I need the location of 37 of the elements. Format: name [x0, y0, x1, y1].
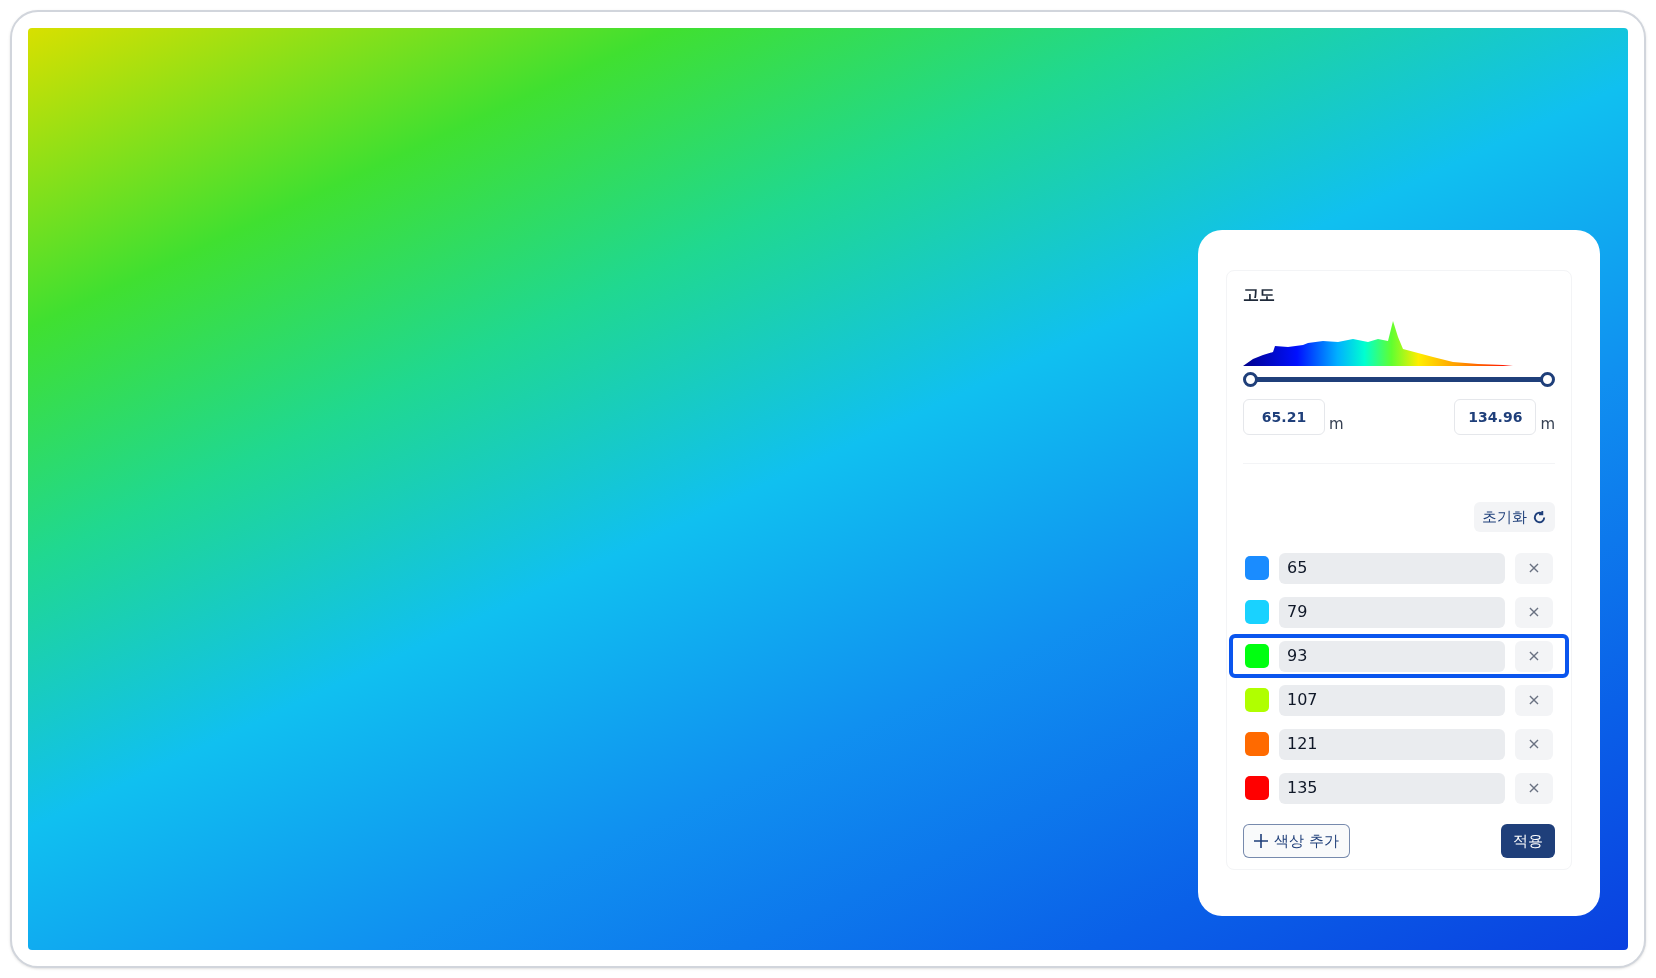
- refresh-icon: [1532, 509, 1547, 525]
- color-swatch[interactable]: [1245, 600, 1269, 624]
- color-stop-row[interactable]: 121 ×: [1229, 722, 1569, 766]
- slider-handle[interactable]: [1540, 372, 1555, 387]
- unit-label: m: [1540, 413, 1555, 435]
- remove-button[interactable]: ×: [1515, 552, 1553, 584]
- remove-button[interactable]: ×: [1515, 684, 1553, 716]
- elevation-value-field[interactable]: 93: [1279, 640, 1505, 672]
- panel-title: 고도: [1243, 284, 1276, 306]
- elevation-value-field[interactable]: 135: [1279, 772, 1505, 804]
- color-stop-row[interactable]: 65 ×: [1229, 546, 1569, 590]
- elevation-value-field[interactable]: 79: [1279, 596, 1505, 628]
- elevation-value-field[interactable]: 121: [1279, 728, 1505, 760]
- color-swatch[interactable]: [1245, 688, 1269, 712]
- remove-button[interactable]: ×: [1515, 596, 1553, 628]
- color-swatch[interactable]: [1245, 732, 1269, 756]
- elevation-value-field[interactable]: 65: [1279, 552, 1505, 584]
- color-stop-row[interactable]: 79 ×: [1229, 590, 1569, 634]
- min-elevation-field[interactable]: 65.21: [1243, 399, 1325, 435]
- color-swatch[interactable]: [1245, 556, 1269, 580]
- unit-label: m: [1329, 413, 1344, 435]
- remove-button[interactable]: ×: [1515, 772, 1553, 804]
- range-slider[interactable]: [1243, 372, 1555, 387]
- remove-button[interactable]: ×: [1515, 640, 1553, 672]
- reset-button[interactable]: 초기화: [1474, 502, 1555, 532]
- color-swatch[interactable]: [1245, 644, 1269, 668]
- color-stop-row[interactable]: 93 ×: [1229, 634, 1569, 678]
- color-stop-row[interactable]: 107 ×: [1229, 678, 1569, 722]
- remove-button[interactable]: ×: [1515, 728, 1553, 760]
- plus-icon: [1254, 834, 1268, 848]
- elevation-value-field[interactable]: 107: [1279, 684, 1505, 716]
- slider-handle[interactable]: [1243, 372, 1258, 387]
- color-stop-row[interactable]: 135 ×: [1229, 766, 1569, 810]
- color-swatch[interactable]: [1245, 776, 1269, 800]
- max-elevation-field[interactable]: 134.96: [1454, 399, 1537, 435]
- add-color-button[interactable]: 색상 추가: [1243, 824, 1350, 858]
- apply-button[interactable]: 적용: [1501, 824, 1555, 858]
